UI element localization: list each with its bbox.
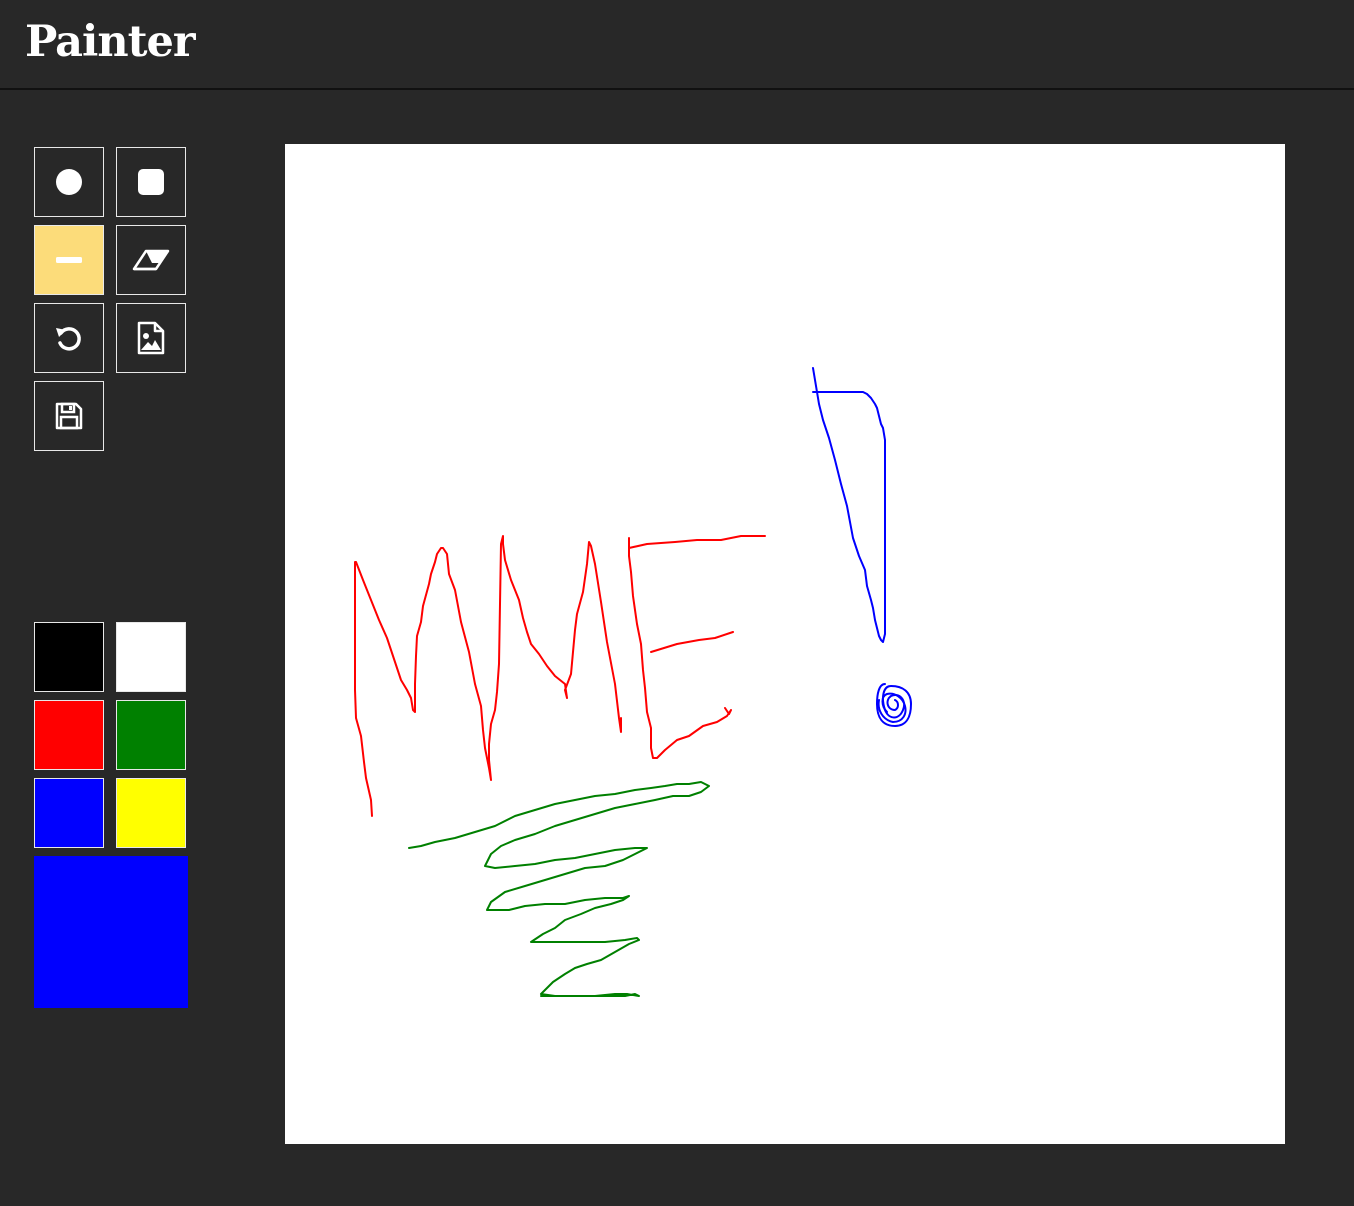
open-image-button[interactable] [116,303,186,373]
canvas-drawing [354,367,912,997]
square-brush-button[interactable] [116,147,186,217]
line-brush-button[interactable] [34,225,104,295]
swatch-green[interactable] [116,700,186,770]
circle-brush-icon [54,167,84,197]
eraser-button[interactable] [116,225,186,295]
square-brush-icon [136,167,166,197]
swatch-black[interactable] [34,622,104,692]
green-strokes [408,781,710,997]
app-title: Painter [25,17,196,67]
round-brush-button[interactable] [34,147,104,217]
swatch-white[interactable] [116,622,186,692]
eraser-icon [131,245,171,275]
red-strokes [354,535,766,817]
blue-strokes [812,367,912,727]
swatch-yellow[interactable] [116,778,186,848]
drawing-canvas[interactable] [285,144,1285,1144]
swatch-blue[interactable] [34,778,104,848]
undo-icon [53,322,85,354]
swatch-red[interactable] [34,700,104,770]
floppy-disk-icon [54,401,84,431]
line-brush-icon [54,245,84,275]
undo-button[interactable] [34,303,104,373]
image-file-icon [136,321,166,355]
save-button[interactable] [34,381,104,451]
current-color-preview [34,856,188,1008]
app-header: Painter [0,0,1354,90]
